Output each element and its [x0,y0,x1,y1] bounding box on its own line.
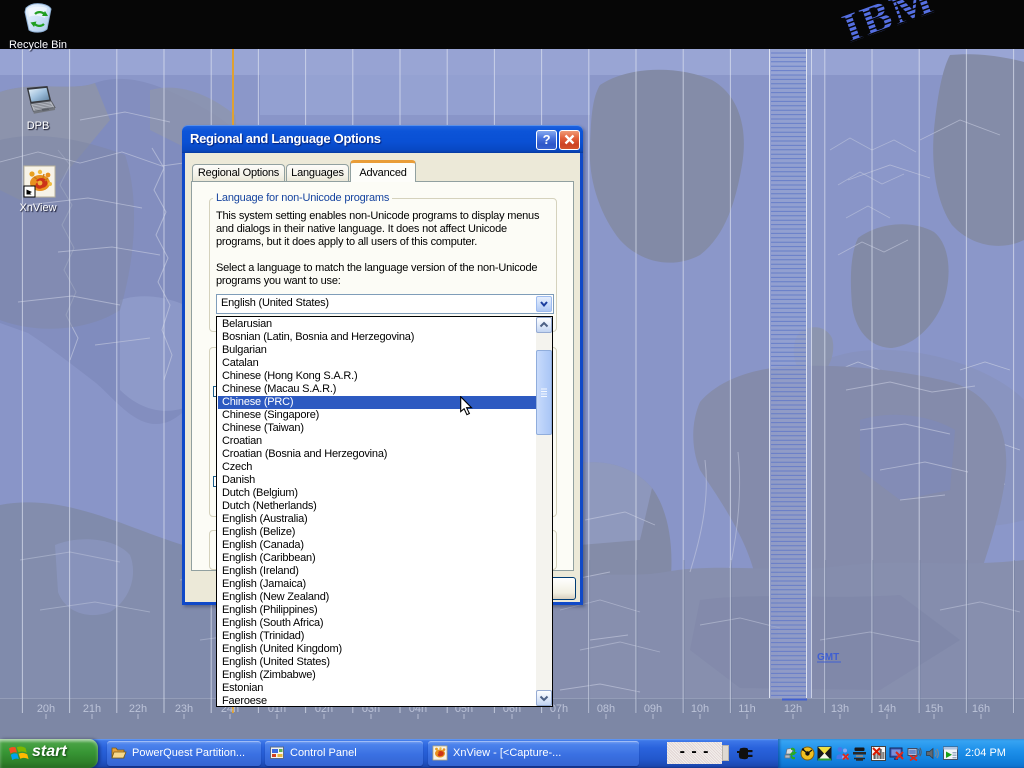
svg-text:11h: 11h [738,703,756,715]
svg-text:21h: 21h [83,703,101,715]
svg-text:12h: 12h [784,703,802,715]
svg-text:15h: 15h [925,703,943,715]
svg-text:16h: 16h [972,703,990,715]
svg-text:23h: 23h [175,703,193,715]
svg-text:09h: 09h [644,703,662,715]
svg-text:13h: 13h [831,703,849,715]
svg-text:GMT: GMT [817,652,839,663]
svg-text:20h: 20h [37,703,55,715]
svg-text:10h: 10h [691,703,709,715]
svg-text:14h: 14h [878,703,896,715]
svg-text:08h: 08h [597,703,615,715]
svg-text:22h: 22h [129,703,147,715]
